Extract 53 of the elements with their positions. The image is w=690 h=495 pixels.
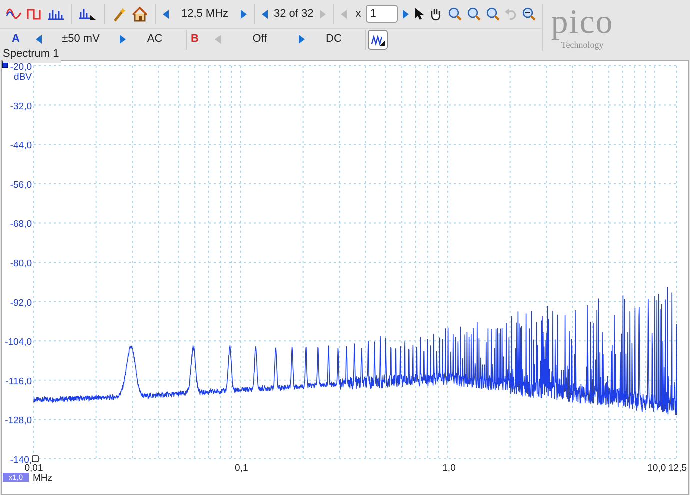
- zoom-in-icon[interactable]: [467, 7, 482, 21]
- y-axis-label: -32,0: [10, 101, 32, 112]
- x-axis-label: 0,1: [235, 463, 248, 474]
- bar-chart-cursor-icon[interactable]: [79, 7, 97, 21]
- hand-icon[interactable]: [429, 7, 444, 21]
- y-axis-label: -104,0: [5, 337, 32, 348]
- y-axis-label: -92,0: [10, 298, 32, 309]
- pointer-icon[interactable]: [414, 7, 424, 21]
- view-tab[interactable]: Spectrum 1: [3, 46, 62, 62]
- magic-wand-icon[interactable]: [112, 6, 127, 22]
- signal-generator-button[interactable]: [368, 30, 388, 50]
- y-axis-label: -20,0: [10, 62, 32, 73]
- timebase-value: 12,5 MHz: [180, 6, 230, 22]
- sine-wave-icon[interactable]: [6, 8, 22, 20]
- zoom-multiplier-label: x: [356, 6, 362, 22]
- waveform-icon: [371, 34, 385, 46]
- zoom-in-icon[interactable]: [448, 7, 462, 21]
- zoom-out-icon[interactable]: [486, 7, 500, 21]
- y-axis-label: -80,0: [10, 258, 32, 270]
- x-axis-label: 0,01: [24, 463, 44, 474]
- channel-coupling: DC: [325, 32, 343, 48]
- next-arrow-icon[interactable]: [120, 35, 126, 44]
- y-axis-label: -128,0: [5, 416, 32, 427]
- next-arrow-icon[interactable]: [299, 35, 305, 44]
- previous-arrow-icon[interactable]: [262, 10, 268, 18]
- x-axis-label: 10,0: [648, 463, 666, 474]
- previous-arrow-icon[interactable]: [163, 10, 169, 18]
- next-arrow-icon[interactable]: [403, 10, 410, 18]
- y-axis-unit: dBV: [14, 72, 32, 83]
- x-axis-label: 1,0: [442, 463, 456, 474]
- y-axis-label: -140,: [10, 455, 32, 466]
- zoom-multiplier-field[interactable]: 1: [366, 5, 398, 23]
- square-wave-icon[interactable]: [27, 8, 43, 20]
- next-arrow-icon[interactable]: [241, 10, 247, 18]
- buffer-counter: 32 of 32: [273, 6, 315, 22]
- zoom-fit-icon[interactable]: [522, 7, 536, 21]
- channel-coupling: AC: [146, 32, 164, 48]
- channel-label: B: [191, 32, 200, 48]
- y-axis-label: -116,0: [6, 376, 32, 388]
- y-axis-label: -56,0: [10, 180, 32, 191]
- x-axis-label: 12,5: [668, 463, 687, 474]
- x-axis-unit: MHz: [33, 473, 53, 484]
- channel-marker-icon: [2, 62, 8, 68]
- previous-arrow-icon[interactable]: [36, 35, 42, 44]
- channel-range: Off: [252, 32, 268, 48]
- y-axis-label: -44,0: [10, 140, 32, 152]
- y-axis-label: -68,0: [10, 219, 32, 230]
- home-icon[interactable]: [132, 6, 148, 22]
- pico-logo: pico Technology: [551, 6, 614, 50]
- channel-label: A: [12, 32, 21, 48]
- origin-marker-icon: [32, 456, 39, 462]
- bar-chart-icon[interactable]: [48, 8, 64, 20]
- channel-range: ±50 mV: [61, 32, 101, 48]
